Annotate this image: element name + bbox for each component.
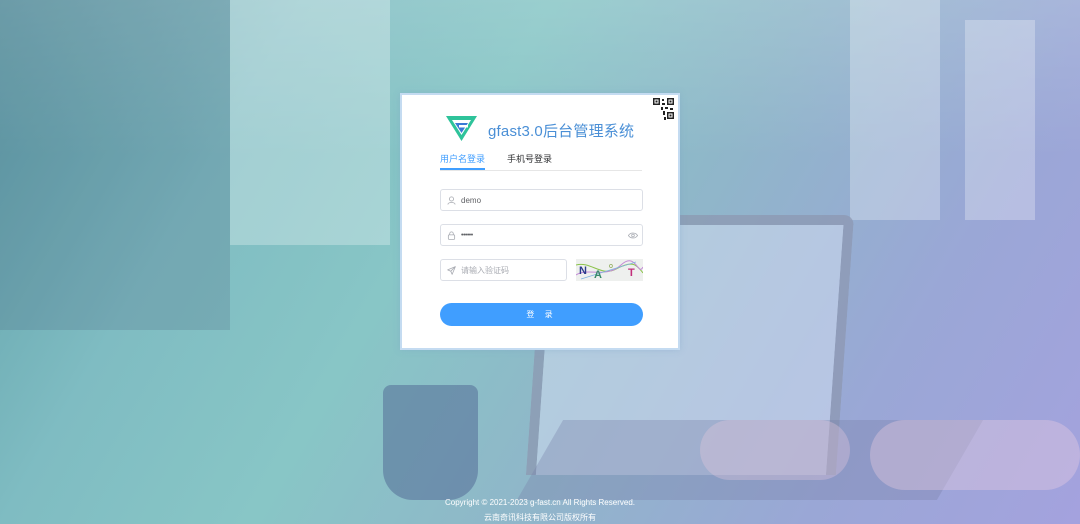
password-field[interactable]: ••••••	[440, 224, 643, 246]
footer-company: 云南奇讯科技有限公司版权所有	[484, 513, 596, 522]
background-window	[965, 20, 1035, 220]
lock-icon	[441, 231, 461, 240]
brand: gfast3.0后台管理系统	[446, 115, 634, 146]
gfast-logo-icon	[446, 115, 477, 146]
tab-username-login[interactable]: 用户名登录	[440, 152, 486, 170]
background-hand	[870, 420, 1080, 490]
svg-text:N: N	[579, 265, 587, 277]
password-value: ••••••	[461, 231, 473, 239]
background-cup	[383, 385, 478, 500]
footer-copyright: Copyright © 2021-2023 g-fast.cn All Righ…	[445, 498, 635, 507]
qr-code-icon[interactable]	[650, 97, 676, 123]
login-card: gfast3.0后台管理系统 用户名登录 手机号登录 demo •••••• 请…	[400, 93, 680, 350]
captcha-field[interactable]: 请输入验证码	[440, 259, 567, 281]
eye-icon[interactable]	[624, 232, 642, 239]
send-icon	[441, 265, 461, 275]
svg-text:o: o	[609, 263, 613, 270]
username-field[interactable]: demo	[440, 189, 643, 211]
background-shelf	[0, 0, 230, 330]
svg-text:A: A	[594, 269, 602, 281]
captcha-image[interactable]: N A o T	[575, 259, 644, 281]
svg-text:T: T	[628, 267, 635, 279]
captcha-placeholder: 请输入验证码	[461, 265, 509, 275]
app-title: gfast3.0后台管理系统	[488, 123, 635, 140]
user-icon	[441, 195, 461, 205]
tab-phone-login[interactable]: 手机号登录	[507, 152, 552, 170]
login-button[interactable]: 登 录	[440, 303, 643, 326]
background-window	[230, 0, 390, 245]
username-value: demo	[461, 195, 482, 205]
background-window	[850, 0, 940, 220]
background-hand	[700, 420, 850, 480]
login-tabs: 用户名登录 手机号登录	[440, 152, 642, 171]
